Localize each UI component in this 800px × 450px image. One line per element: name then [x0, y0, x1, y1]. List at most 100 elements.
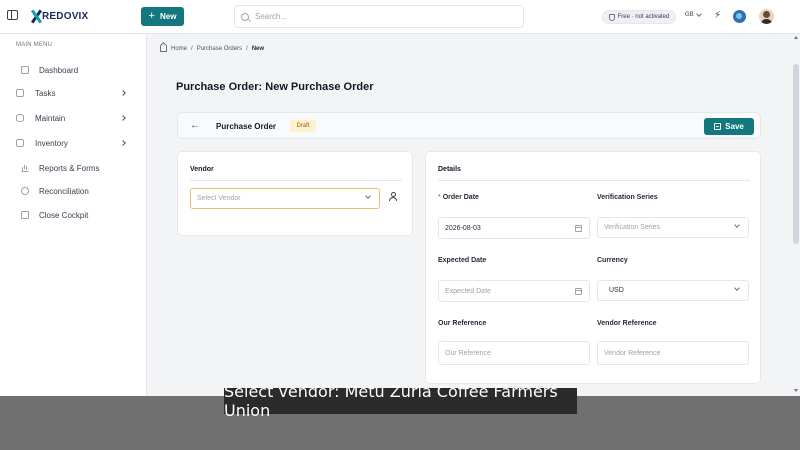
divider	[438, 180, 750, 181]
our-reference-label: Our Reference	[438, 320, 487, 327]
search-icon	[241, 12, 249, 21]
breadcrumb: Home / Purchase Orders / New	[160, 45, 264, 52]
vendor-lookup-button[interactable]	[384, 188, 401, 205]
save-button-label: Save	[725, 122, 744, 131]
top-bar: REDOVIX + New Free · not activated GB ⚡︎	[0, 0, 800, 34]
chevron-right-icon	[120, 115, 126, 121]
checklist-icon	[16, 89, 24, 97]
back-arrow-icon[interactable]: ←	[190, 121, 200, 131]
sidebar-item-reconciliation[interactable]: Reconciliation	[0, 182, 147, 200]
calendar-icon[interactable]	[575, 225, 582, 232]
caption: Select vendor: Metu Zuria Coffee Farmers…	[224, 382, 577, 420]
app-logo[interactable]: REDOVIX	[31, 10, 88, 23]
avatar[interactable]	[759, 9, 774, 24]
sidebar: MAIN MENU Dashboard Tasks Maintain Inven…	[0, 34, 147, 396]
expected-date-field[interactable]: Expected Date	[438, 280, 590, 302]
language-selector[interactable]: GB	[685, 11, 702, 18]
scrollbar[interactable]	[792, 34, 800, 396]
lightning-icon[interactable]: ⚡︎	[714, 11, 721, 21]
search-input[interactable]	[255, 12, 495, 21]
clipboard-icon	[21, 211, 29, 219]
vendor-card: Vendor Select Vendor	[177, 151, 413, 236]
chevron-down-icon	[365, 193, 371, 199]
sidebar-item-inventory[interactable]: Inventory	[0, 134, 147, 152]
vendor-select-placeholder: Select Vendor	[197, 195, 241, 202]
verification-series-label: Verification Series	[597, 194, 658, 201]
plan-badge[interactable]: Free · not activated	[602, 10, 676, 24]
vendor-card-title: Vendor	[190, 166, 214, 173]
breadcrumb-separator: /	[246, 45, 248, 52]
order-date-label: * Order Date	[438, 194, 479, 201]
vendor-select[interactable]: Select Vendor	[190, 188, 380, 209]
check-circle-icon	[21, 187, 29, 195]
sidebar-item-label: Close Cockpit	[39, 210, 89, 220]
logo-text: REDOVIX	[42, 11, 89, 22]
our-reference-placeholder: Our Reference	[445, 349, 491, 357]
expected-date-label: Expected Date	[438, 257, 487, 264]
sidebar-item-dashboard[interactable]: Dashboard	[0, 61, 147, 79]
order-date-label-text: Order Date	[442, 194, 479, 201]
shield-icon	[608, 13, 615, 21]
logo-mark-icon	[31, 10, 41, 23]
breadcrumb-current: New	[251, 45, 265, 52]
sidebar-item-tasks[interactable]: Tasks	[0, 84, 147, 102]
calendar-icon[interactable]	[575, 288, 582, 295]
new-button[interactable]: + New	[141, 7, 184, 26]
box-icon	[16, 139, 24, 147]
vendor-reference-field[interactable]: Vendor Reference	[597, 341, 749, 365]
chart-icon	[21, 164, 29, 172]
sidebar-item-label: Dashboard	[39, 65, 79, 75]
our-reference-field[interactable]: Our Reference	[438, 341, 590, 365]
scrollbar-thumb[interactable]	[793, 64, 799, 244]
save-button[interactable]: Save	[704, 118, 754, 135]
order-date-field[interactable]: 2026-08-03	[438, 217, 590, 239]
currency-value: USD	[609, 287, 624, 294]
verification-series-select[interactable]: Verification Series	[597, 217, 749, 238]
scroll-down-icon[interactable]	[794, 389, 798, 392]
sidebar-item-label: Maintain	[35, 113, 66, 123]
chevron-right-icon	[120, 90, 126, 96]
breadcrumb-home[interactable]: Home	[171, 46, 187, 52]
divider	[190, 180, 402, 181]
details-card-title: Details	[438, 166, 461, 173]
sidebar-item-close-cockpit[interactable]: Close Cockpit	[0, 206, 147, 224]
extension-icon[interactable]	[733, 10, 746, 23]
new-button-label: New	[159, 12, 177, 21]
save-icon	[714, 123, 722, 130]
vendor-reference-placeholder: Vendor Reference	[604, 349, 661, 357]
vendor-reference-label: Vendor Reference	[597, 320, 657, 327]
scroll-up-icon[interactable]	[794, 36, 798, 39]
details-card: Details * Order Date 2026-08-03 Verificat…	[425, 151, 761, 384]
language-label: GB	[685, 12, 694, 18]
chevron-down-icon	[734, 222, 740, 228]
currency-label: Currency	[597, 257, 628, 264]
form-title: Purchase Order	[216, 122, 277, 131]
plan-badge-label: Free · not activated	[617, 14, 670, 20]
verification-series-placeholder: Verification Series	[604, 224, 661, 231]
breadcrumb-purchase-orders[interactable]: Purchase Orders	[197, 46, 242, 52]
sidebar-toggle-icon[interactable]	[7, 10, 18, 20]
status-badge: Draft	[290, 120, 316, 132]
home-icon	[21, 66, 29, 74]
sidebar-item-label: Reports & Forms	[39, 163, 100, 173]
currency-select[interactable]: USD	[597, 280, 749, 301]
plus-icon: +	[148, 10, 155, 22]
user-icon	[388, 192, 397, 201]
sidebar-item-maintain[interactable]: Maintain	[0, 109, 147, 127]
breadcrumb-separator: /	[191, 45, 193, 52]
chevron-down-icon	[734, 285, 740, 291]
chevron-right-icon	[120, 140, 126, 146]
sidebar-item-label: Inventory	[35, 138, 68, 148]
menu-title: MAIN MENU	[16, 42, 53, 48]
database-icon	[16, 114, 24, 122]
sidebar-item-reports-forms[interactable]: Reports & Forms	[0, 159, 147, 177]
order-date-value: 2026-08-03	[445, 224, 481, 232]
home-icon	[160, 46, 167, 52]
required-marker: *	[438, 194, 441, 201]
search-box[interactable]	[234, 5, 524, 28]
form-title-bar: ← Purchase Order Draft Save	[177, 112, 761, 139]
sidebar-item-label: Tasks	[35, 88, 56, 98]
expected-date-placeholder: Expected Date	[445, 287, 491, 295]
page-title: Purchase Order: New Purchase Order	[176, 81, 374, 93]
chevron-down-icon	[695, 11, 702, 17]
